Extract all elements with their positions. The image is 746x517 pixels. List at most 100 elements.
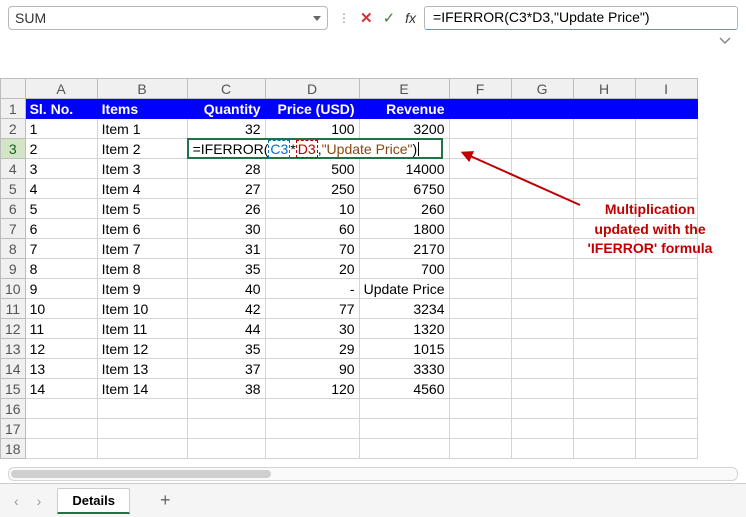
col-header-E[interactable]: E [359, 79, 449, 99]
cell[interactable]: 32 [187, 119, 265, 139]
scrollbar-thumb[interactable] [11, 470, 271, 478]
cell[interactable]: 35 [187, 339, 265, 359]
cell[interactable]: - [265, 279, 359, 299]
horizontal-scrollbar[interactable] [8, 467, 738, 481]
enter-icon[interactable]: ✓ [383, 9, 396, 27]
cell[interactable] [573, 319, 635, 339]
cell[interactable] [635, 379, 697, 399]
cell[interactable]: 10 [265, 199, 359, 219]
fx-icon[interactable]: fx [405, 10, 416, 26]
cell[interactable] [635, 419, 697, 439]
cell[interactable] [265, 419, 359, 439]
cell[interactable]: Item 1 [97, 119, 187, 139]
cell[interactable]: Item 4 [97, 179, 187, 199]
cell[interactable] [265, 399, 359, 419]
row-header[interactable]: 17 [1, 419, 26, 439]
cell[interactable]: 3330 [359, 359, 449, 379]
cell[interactable]: 7 [25, 239, 97, 259]
cell[interactable]: 12 [25, 339, 97, 359]
cell[interactable] [635, 439, 697, 459]
cell[interactable] [511, 339, 573, 359]
cell[interactable]: 20 [265, 259, 359, 279]
cell[interactable] [449, 339, 511, 359]
cell[interactable]: Update Price [359, 279, 449, 299]
row-header[interactable]: 4 [1, 159, 26, 179]
row-header[interactable]: 14 [1, 359, 26, 379]
cell[interactable]: 42 [187, 299, 265, 319]
cell[interactable] [359, 419, 449, 439]
cell[interactable]: Item 14 [97, 379, 187, 399]
cell[interactable] [359, 399, 449, 419]
cell[interactable]: 3 [25, 159, 97, 179]
cell[interactable]: 3200 [359, 119, 449, 139]
cell[interactable]: 35 [187, 259, 265, 279]
cell[interactable]: 4560 [359, 379, 449, 399]
col-header-H[interactable]: H [573, 79, 635, 99]
cell[interactable] [573, 299, 635, 319]
col-header-B[interactable]: B [97, 79, 187, 99]
cell[interactable]: Item 5 [97, 199, 187, 219]
row-header[interactable]: 3 [1, 139, 26, 159]
cell[interactable] [187, 419, 265, 439]
row-header[interactable]: 11 [1, 299, 26, 319]
cell[interactable] [635, 299, 697, 319]
cell[interactable] [573, 419, 635, 439]
cell[interactable]: 14 [25, 379, 97, 399]
cell[interactable] [511, 379, 573, 399]
cell[interactable]: Quantity [187, 99, 265, 119]
cell[interactable] [511, 299, 573, 319]
cell[interactable]: 260 [359, 199, 449, 219]
chevron-down-icon[interactable] [313, 16, 321, 21]
cell[interactable] [635, 319, 697, 339]
cell[interactable] [511, 119, 573, 139]
col-header-A[interactable]: A [25, 79, 97, 99]
col-header-C[interactable]: C [187, 79, 265, 99]
cell[interactable]: 70 [265, 239, 359, 259]
row-header[interactable]: 2 [1, 119, 26, 139]
col-header-I[interactable]: I [635, 79, 697, 99]
cell[interactable] [573, 359, 635, 379]
cell[interactable] [449, 99, 511, 119]
cell[interactable]: Item 6 [97, 219, 187, 239]
cell[interactable]: Item 3 [97, 159, 187, 179]
row-header[interactable]: 8 [1, 239, 26, 259]
cell[interactable] [449, 419, 511, 439]
cell[interactable]: 26 [187, 199, 265, 219]
cell[interactable]: 10 [25, 299, 97, 319]
cell[interactable] [511, 279, 573, 299]
cell[interactable]: 6750 [359, 179, 449, 199]
cell[interactable] [449, 399, 511, 419]
row-header[interactable]: 10 [1, 279, 26, 299]
cell[interactable] [511, 239, 573, 259]
cell[interactable] [635, 119, 697, 139]
row-header[interactable]: 12 [1, 319, 26, 339]
cell[interactable]: Item 10 [97, 299, 187, 319]
cell[interactable] [573, 259, 635, 279]
cell[interactable] [573, 119, 635, 139]
cell[interactable] [635, 399, 697, 419]
cell[interactable] [265, 439, 359, 459]
cell[interactable]: 37 [187, 359, 265, 379]
editing-cell[interactable]: =IFERROR(C3*D3,"Update Price") [187, 139, 265, 159]
cell[interactable]: Item 2 [97, 139, 187, 159]
cell[interactable] [511, 419, 573, 439]
cell[interactable] [511, 399, 573, 419]
col-header-F[interactable]: F [449, 79, 511, 99]
cell[interactable] [511, 219, 573, 239]
name-box[interactable]: SUM [8, 6, 328, 30]
cell[interactable] [187, 399, 265, 419]
cell[interactable] [635, 279, 697, 299]
cell[interactable] [635, 179, 697, 199]
cell[interactable]: Sl. No. [25, 99, 97, 119]
cell[interactable]: 4 [25, 179, 97, 199]
cell[interactable]: 1320 [359, 319, 449, 339]
cell[interactable] [449, 219, 511, 239]
cell[interactable] [511, 359, 573, 379]
cell[interactable]: 40 [187, 279, 265, 299]
cell[interactable]: 90 [265, 359, 359, 379]
cell[interactable]: 3234 [359, 299, 449, 319]
sheet-tab-details[interactable]: Details [57, 488, 130, 514]
cell[interactable] [573, 379, 635, 399]
cell[interactable] [449, 239, 511, 259]
cell[interactable] [635, 259, 697, 279]
